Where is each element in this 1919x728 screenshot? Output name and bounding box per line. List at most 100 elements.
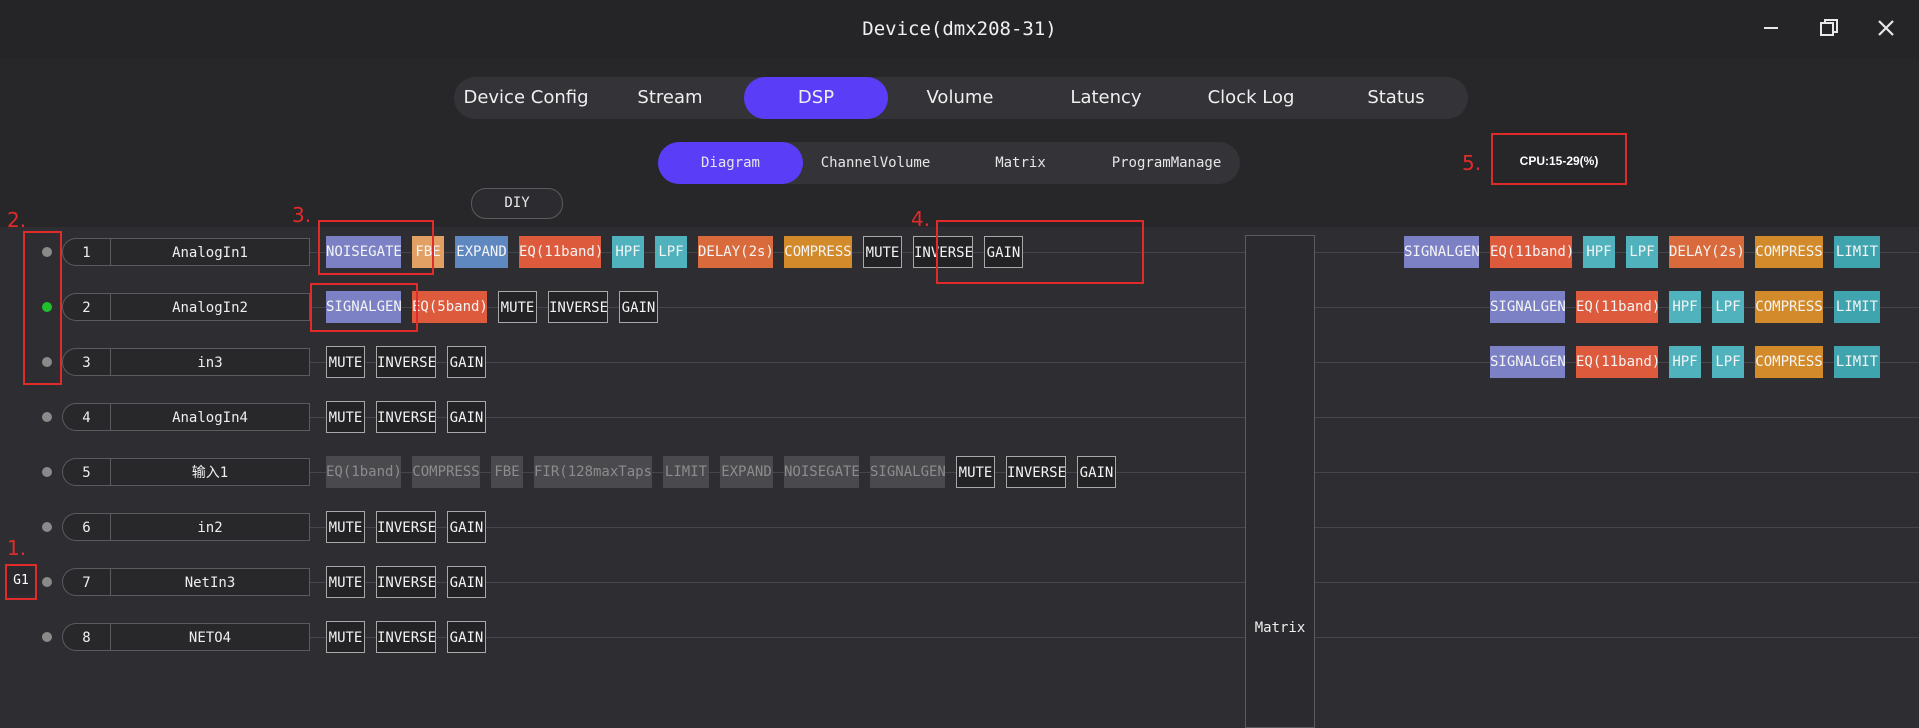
dsp-block-gain[interactable]: GAIN [1077, 456, 1116, 488]
dsp-block-eq-5band[interactable]: EQ(5band) [412, 291, 487, 323]
channel-name[interactable]: in2 [110, 513, 310, 541]
dsp-block-gain[interactable]: GAIN [447, 566, 486, 598]
subtab-channel-volume[interactable]: ChannelVolume [803, 142, 948, 184]
dsp-block-gain[interactable]: GAIN [447, 346, 486, 378]
channel-status-dot[interactable] [42, 467, 52, 477]
dsp-block-mute[interactable]: MUTE [326, 511, 365, 543]
dsp-block-compress[interactable]: COMPRESS [412, 456, 480, 488]
dsp-block-hpf[interactable]: HPF [612, 236, 644, 268]
dsp-block-compress[interactable]: COMPRESS [784, 236, 852, 268]
output-dsp-block-limit[interactable]: LIMIT [1834, 346, 1880, 378]
tab-dsp[interactable]: DSP [744, 77, 888, 119]
subtab-program-manage[interactable]: ProgramManage [1093, 142, 1240, 184]
dsp-block-fbe[interactable]: FBE [412, 236, 444, 268]
dsp-block-lpf[interactable]: LPF [655, 236, 687, 268]
subtab-diagram[interactable]: Diagram [658, 142, 803, 184]
annotation-4: 4. [911, 207, 931, 231]
channel-name[interactable]: NETO4 [110, 623, 310, 651]
dsp-block-inverse[interactable]: INVERSE [376, 566, 436, 598]
channel-status-dot[interactable] [42, 632, 52, 642]
dsp-block-signalgen[interactable]: SIGNALGEN [870, 456, 945, 488]
group-label[interactable]: G1 [7, 567, 35, 595]
output-dsp-block-delay-2s[interactable]: DELAY(2s) [1669, 236, 1744, 268]
channel-status-dot[interactable] [42, 577, 52, 587]
output-dsp-block-eq-11band[interactable]: EQ(11band) [1576, 291, 1658, 323]
dsp-block-noisegate[interactable]: NOISEGATE [784, 456, 859, 488]
annotation-2: 2. [7, 208, 27, 232]
close-icon[interactable] [1872, 14, 1900, 42]
dsp-block-eq-11band[interactable]: EQ(11band) [519, 236, 601, 268]
channel-number: 8 [62, 623, 110, 651]
output-dsp-block-compress[interactable]: COMPRESS [1755, 291, 1823, 323]
output-dsp-block-lpf[interactable]: LPF [1712, 346, 1744, 378]
dsp-block-mute[interactable]: MUTE [326, 621, 365, 653]
channel-status-dot[interactable] [42, 357, 52, 367]
dsp-block-mute[interactable]: MUTE [326, 566, 365, 598]
output-dsp-block-limit[interactable]: LIMIT [1834, 291, 1880, 323]
matrix-block[interactable]: Matrix [1245, 235, 1315, 728]
output-dsp-block-eq-11band[interactable]: EQ(11band) [1576, 346, 1658, 378]
dsp-block-inverse[interactable]: INVERSE [376, 621, 436, 653]
minimize-icon[interactable] [1757, 14, 1785, 42]
dsp-block-inverse[interactable]: INVERSE [548, 291, 608, 323]
dsp-block-gain[interactable]: GAIN [447, 621, 486, 653]
dsp-block-inverse[interactable]: INVERSE [1006, 456, 1066, 488]
channel-name[interactable]: NetIn3 [110, 568, 310, 596]
tab-clock-log[interactable]: Clock Log [1178, 77, 1324, 119]
dsp-block-fir-128maxtaps[interactable]: FIR(128maxTaps) [534, 456, 652, 488]
channel-number: 5 [62, 458, 110, 486]
output-dsp-block-hpf[interactable]: HPF [1669, 291, 1701, 323]
channel-name[interactable]: AnalogIn2 [110, 293, 310, 321]
output-dsp-block-compress[interactable]: COMPRESS [1755, 236, 1823, 268]
dsp-block-gain[interactable]: GAIN [447, 511, 486, 543]
channel-name[interactable]: 输入1 [110, 458, 310, 486]
output-dsp-block-lpf[interactable]: LPF [1712, 291, 1744, 323]
dsp-block-inverse[interactable]: INVERSE [913, 236, 973, 268]
dsp-block-noisegate[interactable]: NOISEGATE [326, 236, 401, 268]
output-dsp-block-signalgen[interactable]: SIGNALGEN [1490, 291, 1565, 323]
output-dsp-block-hpf[interactable]: HPF [1669, 346, 1701, 378]
dsp-block-gain[interactable]: GAIN [619, 291, 658, 323]
dsp-block-mute[interactable]: MUTE [326, 346, 365, 378]
output-dsp-block-compress[interactable]: COMPRESS [1755, 346, 1823, 378]
tab-stream[interactable]: Stream [598, 77, 742, 119]
channel-number: 3 [62, 348, 110, 376]
output-dsp-block-signalgen[interactable]: SIGNALGEN [1490, 346, 1565, 378]
output-dsp-block-lpf[interactable]: LPF [1626, 236, 1658, 268]
dsp-block-eq-1band[interactable]: EQ(1band) [326, 456, 401, 488]
dsp-block-expand[interactable]: EXPAND [720, 456, 773, 488]
output-dsp-block-eq-11band[interactable]: EQ(11band) [1490, 236, 1572, 268]
dsp-block-expand[interactable]: EXPAND [455, 236, 508, 268]
channel-name[interactable]: in3 [110, 348, 310, 376]
channel-status-dot[interactable] [42, 247, 52, 257]
dsp-block-inverse[interactable]: INVERSE [376, 511, 436, 543]
tab-latency[interactable]: Latency [1034, 77, 1178, 119]
dsp-block-fbe[interactable]: FBE [491, 456, 523, 488]
sub-tab-bar: Diagram ChannelVolume Matrix ProgramMana… [658, 142, 1240, 184]
dsp-block-mute[interactable]: MUTE [863, 236, 902, 268]
dsp-block-inverse[interactable]: INVERSE [376, 401, 436, 433]
dsp-block-signalgen[interactable]: SIGNALGEN [326, 291, 401, 323]
output-dsp-block-hpf[interactable]: HPF [1583, 236, 1615, 268]
channel-status-dot[interactable] [42, 522, 52, 532]
channel-name[interactable]: AnalogIn1 [110, 238, 310, 266]
diy-button[interactable]: DIY [471, 188, 563, 219]
subtab-matrix[interactable]: Matrix [948, 142, 1093, 184]
tab-device-config[interactable]: Device Config [454, 77, 598, 119]
tab-status[interactable]: Status [1324, 77, 1468, 119]
channel-name[interactable]: AnalogIn4 [110, 403, 310, 431]
dsp-block-mute[interactable]: MUTE [498, 291, 537, 323]
dsp-block-delay-2s[interactable]: DELAY(2s) [698, 236, 773, 268]
channel-status-dot[interactable] [42, 412, 52, 422]
dsp-block-limit[interactable]: LIMIT [663, 456, 709, 488]
channel-status-dot[interactable] [42, 302, 52, 312]
dsp-block-mute[interactable]: MUTE [956, 456, 995, 488]
dsp-block-inverse[interactable]: INVERSE [376, 346, 436, 378]
output-dsp-block-signalgen[interactable]: SIGNALGEN [1404, 236, 1479, 268]
output-dsp-block-limit[interactable]: LIMIT [1834, 236, 1880, 268]
dsp-block-gain[interactable]: GAIN [984, 236, 1023, 268]
dsp-block-mute[interactable]: MUTE [326, 401, 365, 433]
dsp-block-gain[interactable]: GAIN [447, 401, 486, 433]
restore-icon[interactable] [1815, 14, 1843, 42]
tab-volume[interactable]: Volume [888, 77, 1032, 119]
